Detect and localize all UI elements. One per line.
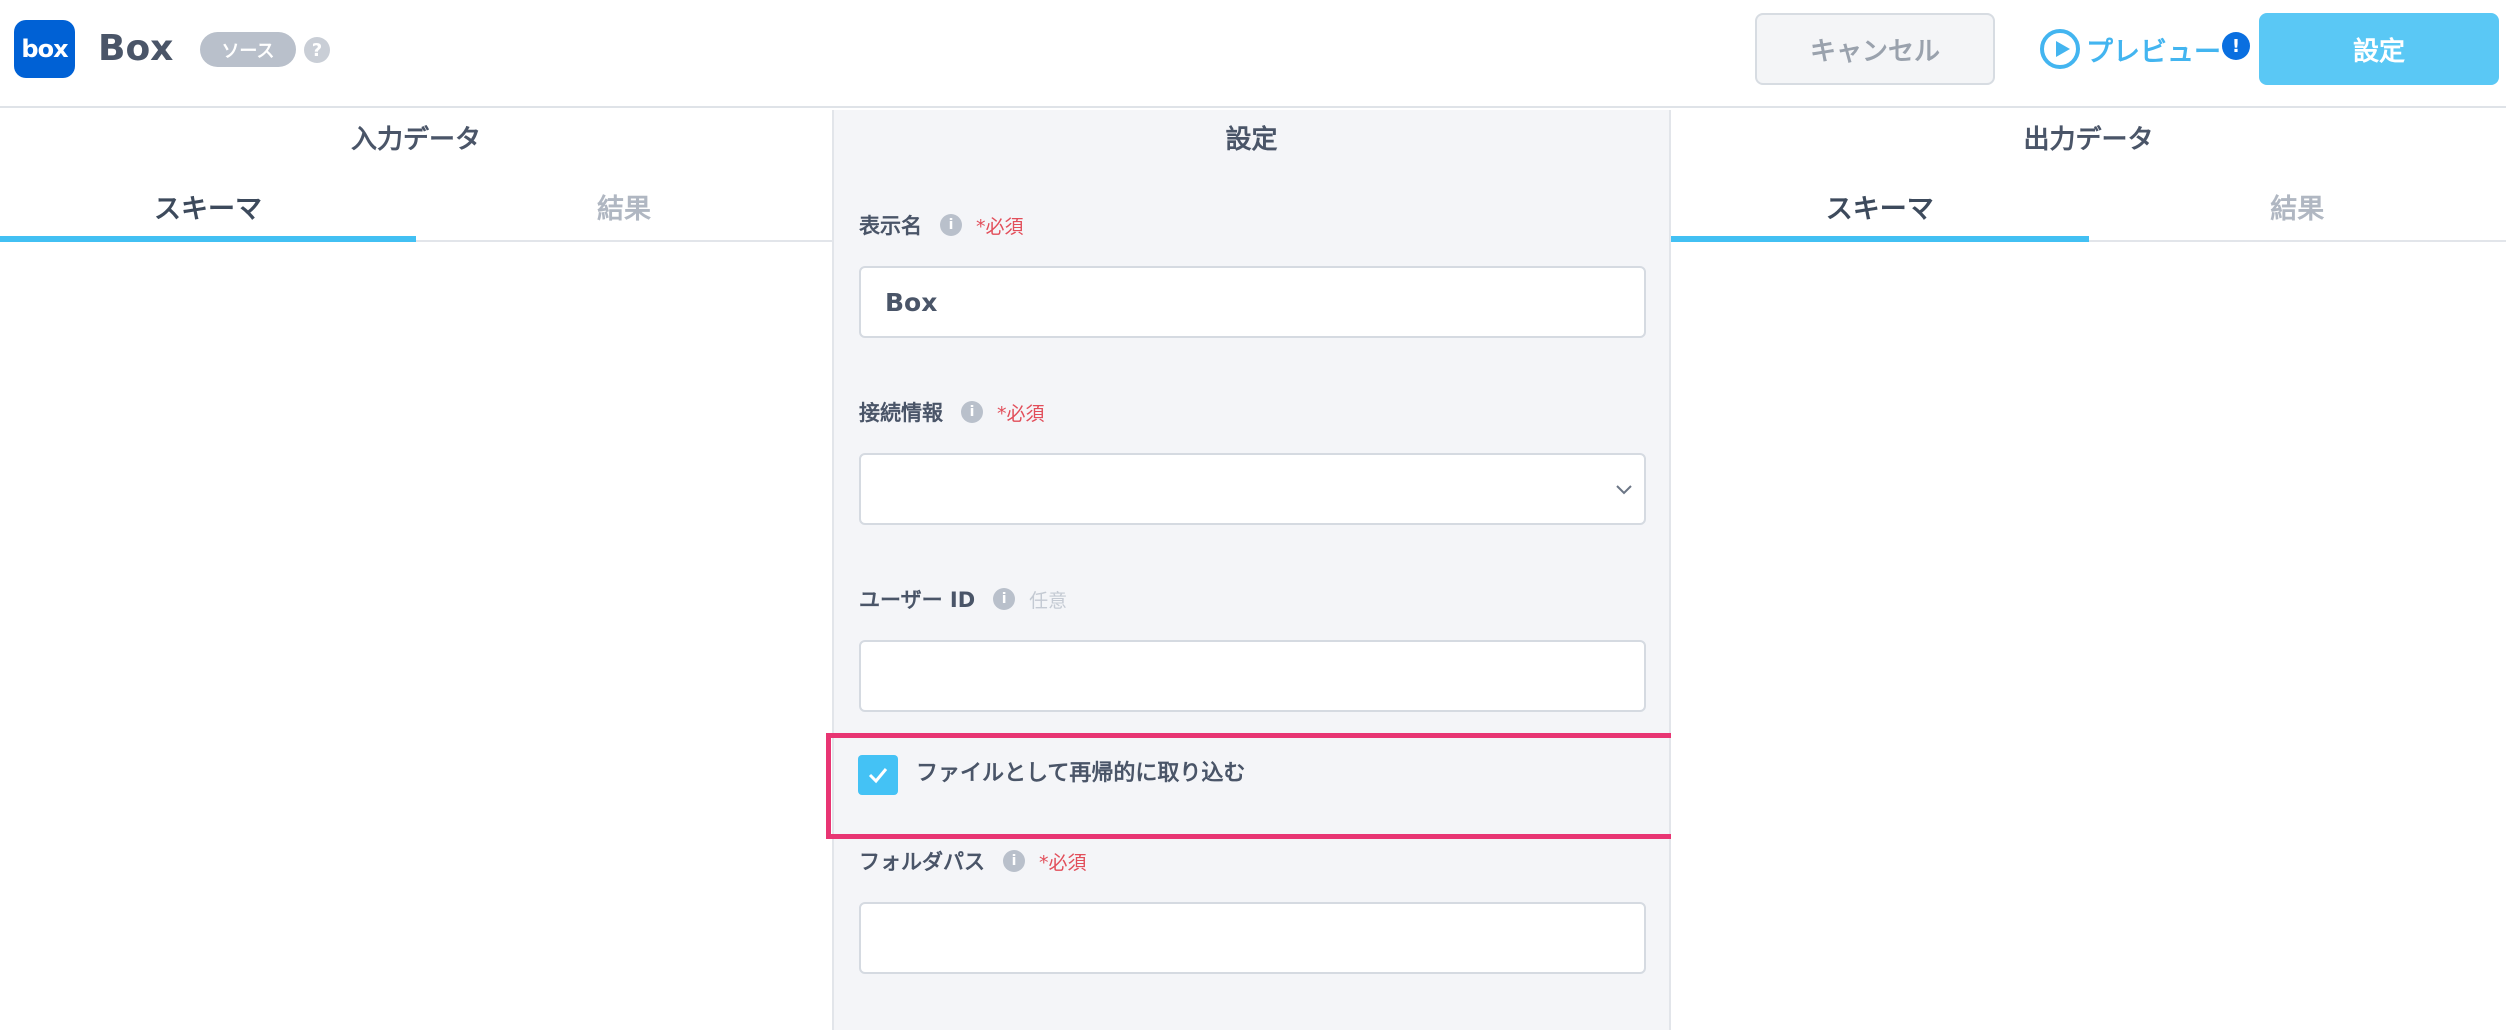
tab-input-result[interactable]: 結果 — [416, 180, 832, 240]
output-data-panel: 出力データ スキーマ 結果 — [1671, 110, 2506, 1030]
tab-input-schema[interactable]: スキーマ — [0, 180, 416, 242]
folder-path-label-text: フォルダパス — [859, 850, 985, 874]
settings-panel: 設定 表示名 i *必須 Box 接続情報 i *必須 ユーザー ID i 任意… — [826, 110, 1676, 1030]
tab-output-result[interactable]: 結果 — [2089, 180, 2506, 240]
connection-label: 接続情報 i *必須 — [859, 397, 1045, 427]
connection-label-text: 接続情報 — [859, 401, 943, 425]
recursive-checkbox[interactable] — [858, 755, 898, 795]
required-tag: *必須 — [976, 215, 1024, 238]
recursive-checkbox-label[interactable]: ファイルとして再帰的に取り込む — [916, 758, 1245, 790]
optional-tag: 任意 — [1029, 589, 1068, 612]
checkmark-icon — [868, 768, 888, 784]
help-icon[interactable]: ? — [304, 37, 330, 63]
tab-output-schema[interactable]: スキーマ — [1671, 180, 2089, 242]
settings-title: 設定 — [1225, 125, 1278, 155]
display-name-input[interactable]: Box — [859, 266, 1646, 338]
output-tabs: スキーマ 結果 — [1671, 180, 2506, 242]
preview-button[interactable]: プレビュー — [2040, 24, 2221, 74]
info-icon[interactable]: i — [993, 588, 1016, 610]
box-logo: box — [14, 20, 75, 78]
user-id-input[interactable] — [859, 640, 1646, 712]
required-tag: *必須 — [1039, 851, 1087, 874]
display-name-label: 表示名 i *必須 — [859, 210, 1024, 240]
header: box Box ソース ? キャンセル プレビュー ! 設定 — [0, 0, 2506, 108]
info-icon[interactable]: i — [1003, 850, 1025, 872]
settings-button[interactable]: 設定 — [2259, 13, 2499, 85]
box-logo-text: box — [21, 35, 68, 63]
play-icon — [2040, 29, 2080, 69]
folder-path-label: フォルダパス i *必須 — [859, 846, 1087, 876]
input-data-panel: 入力データ スキーマ 結果 — [0, 110, 832, 1030]
source-badge: ソース — [200, 32, 296, 67]
output-data-title: 出力データ — [2023, 125, 2154, 155]
chevron-down-icon — [1616, 485, 1632, 495]
info-icon[interactable]: i — [940, 214, 962, 236]
preview-label: プレビュー — [2086, 36, 2221, 68]
info-icon[interactable]: i — [961, 401, 983, 423]
input-tabs: スキーマ 結果 — [0, 180, 832, 242]
user-id-label: ユーザー ID i 任意 — [859, 584, 1067, 614]
display-name-label-text: 表示名 — [859, 214, 922, 238]
required-tag: *必須 — [997, 402, 1045, 425]
connection-select[interactable] — [859, 453, 1646, 525]
user-id-label-text: ユーザー ID — [859, 588, 976, 612]
input-data-title: 入力データ — [350, 125, 481, 155]
cancel-button[interactable]: キャンセル — [1755, 13, 1995, 85]
folder-path-input[interactable] — [859, 902, 1646, 974]
warning-icon: ! — [2222, 32, 2250, 60]
app-title: Box — [98, 28, 174, 69]
